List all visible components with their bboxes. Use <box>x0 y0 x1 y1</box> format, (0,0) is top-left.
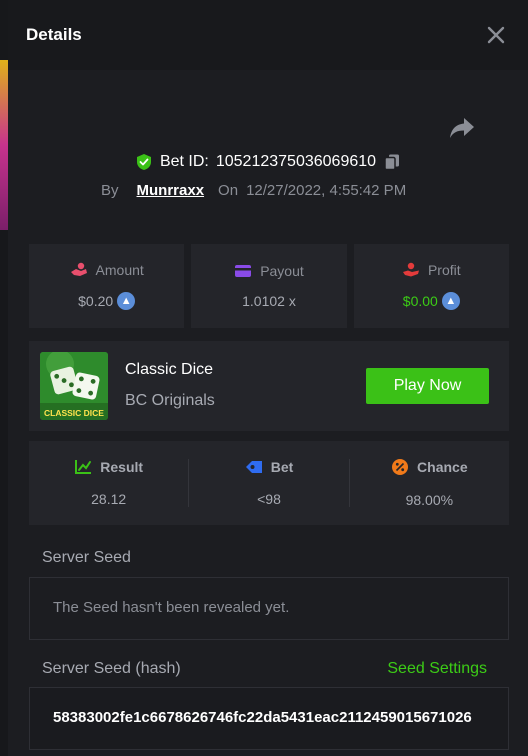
game-thumbnail[interactable]: CLASSIC DICE <box>40 352 108 420</box>
close-icon <box>487 26 505 44</box>
wallet-icon <box>235 265 252 277</box>
stat-amount-value: $0.20 <box>78 293 114 309</box>
bet-result-card: Result 28.12 Bet <98 Chance 98.00% <box>29 441 509 525</box>
modal-title: Details <box>26 25 82 44</box>
bet-id-label: Bet ID: <box>159 153 209 170</box>
tag-icon <box>245 461 262 473</box>
username-link[interactable]: Munrraxx <box>137 182 205 199</box>
on-label: On <box>218 182 239 199</box>
bet-details-modal: Details Bet ID: 105212375036069610 By Mu… <box>8 0 528 756</box>
seed-settings-link[interactable]: Seed Settings <box>387 660 487 678</box>
share-button[interactable] <box>449 117 479 143</box>
chance-label: Chance <box>417 459 468 475</box>
server-seed-hash-box[interactable]: 58383002fe1c6678626746fc22da5431eac21124… <box>29 687 509 750</box>
stat-payout-value: 1.0102 x <box>242 293 296 309</box>
coin-icon: ▲ <box>441 292 460 310</box>
server-seed-hash-label: Server Seed (hash) <box>42 660 181 677</box>
verified-shield-icon <box>136 154 151 170</box>
bet-column: Bet <98 <box>189 459 348 507</box>
share-icon <box>450 118 474 138</box>
background-side-banner <box>0 60 8 230</box>
game-thumb-text: CLASSIC DICE <box>44 408 104 418</box>
money-hand-icon <box>70 262 87 276</box>
bet-author-row: By Munrraxx On 12/27/2022, 4:55:42 PM <box>101 182 406 199</box>
stat-payout: Payout 1.0102 x <box>191 244 347 328</box>
result-column: Result 28.12 <box>29 459 188 507</box>
result-label: Result <box>100 459 144 475</box>
result-value: 28.12 <box>91 491 127 507</box>
by-label: By <box>101 182 119 199</box>
server-seed-box: The Seed hasn't been revealed yet. <box>29 577 509 640</box>
server-seed-label: Server Seed <box>42 549 131 566</box>
modal-body: Bet ID: 105212375036069610 By Munrraxx O… <box>8 70 528 756</box>
server-seed-placeholder: The Seed hasn't been revealed yet. <box>53 599 290 616</box>
bet-id-row: Bet ID: 105212375036069610 <box>8 153 528 171</box>
stat-profit: Profit $0.00 ▲ <box>353 244 509 328</box>
game-provider: BC Originals <box>125 392 215 409</box>
bet-label: Bet <box>270 459 294 475</box>
copy-button[interactable] <box>383 153 401 171</box>
modal-header: Details <box>8 0 528 70</box>
bet-stats: Amount $0.20 ▲ Payout 1.0102 x Profit $0… <box>29 244 509 328</box>
stat-amount: Amount $0.20 ▲ <box>29 244 185 328</box>
bet-id-value: 105212375036069610 <box>215 153 377 170</box>
play-now-button[interactable]: Play Now <box>366 368 489 404</box>
bet-datetime: 12/27/2022, 4:55:42 PM <box>246 182 407 199</box>
chance-value: 98.00% <box>405 492 454 508</box>
stat-profit-label: Profit <box>427 262 461 278</box>
server-seed-hash: 58383002fe1c6678626746fc22da5431eac21124… <box>53 709 472 726</box>
game-card: CLASSIC DICE Classic Dice BC Originals P… <box>29 341 509 431</box>
chart-up-icon <box>75 460 92 474</box>
hand-coin-icon <box>402 262 419 277</box>
percent-icon <box>392 459 409 475</box>
coin-icon: ▲ <box>117 292 136 310</box>
stat-payout-label: Payout <box>260 263 304 279</box>
game-name: Classic Dice <box>125 361 214 378</box>
stat-profit-value: $0.00 <box>402 293 438 309</box>
close-button[interactable] <box>482 21 510 49</box>
dice-icon: CLASSIC DICE <box>40 352 108 420</box>
chance-column: Chance 98.00% <box>350 458 509 508</box>
stat-amount-label: Amount <box>95 262 144 278</box>
copy-icon <box>384 154 400 171</box>
bet-value: <98 <box>257 491 281 507</box>
